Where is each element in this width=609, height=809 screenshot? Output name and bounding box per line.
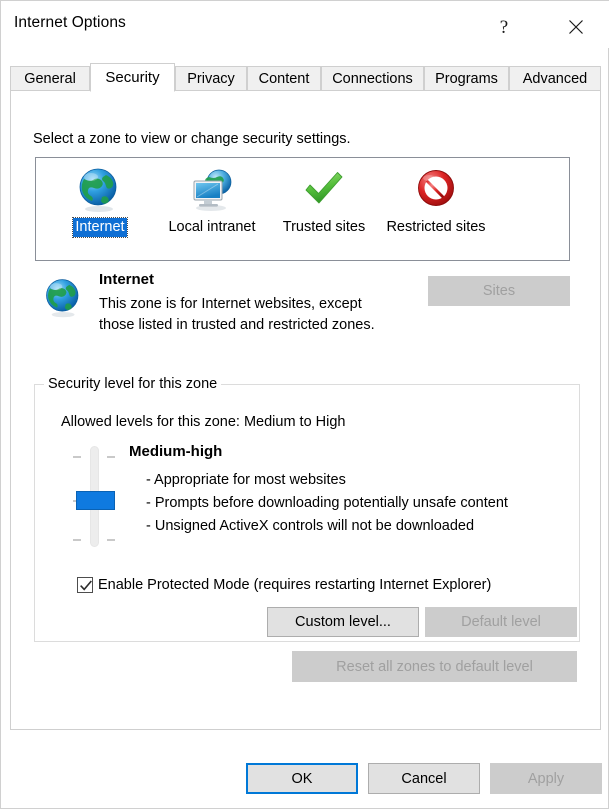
cancel-button[interactable]: Cancel xyxy=(368,763,480,794)
slider-tick-right-top xyxy=(107,456,115,458)
help-button[interactable]: ? xyxy=(481,10,527,44)
slider-tick-left-bottom xyxy=(73,539,81,541)
protected-mode-checkbox[interactable] xyxy=(77,577,93,593)
title-bar: Internet Options ? xyxy=(1,1,609,48)
zone-listbox[interactable]: Internet Local intranet Trusted sites Re… xyxy=(35,157,570,261)
tab-connections[interactable]: Connections xyxy=(321,66,424,91)
zone-item-restricted-sites[interactable]: Restricted sites xyxy=(380,163,492,257)
reset-all-zones-button[interactable]: Reset all zones to default level xyxy=(292,651,577,682)
security-tab-panel: Select a zone to view or change security… xyxy=(10,90,601,730)
allowed-levels-text: Allowed levels for this zone: Medium to … xyxy=(61,414,346,430)
security-level-slider[interactable] xyxy=(64,444,122,549)
zone-description-globe-icon xyxy=(46,279,79,318)
slider-thumb[interactable] xyxy=(76,491,115,510)
monitor-globe-icon xyxy=(193,169,232,211)
protected-mode-row[interactable]: Enable Protected Mode (requires restarti… xyxy=(77,574,491,596)
protected-mode-label: Enable Protected Mode (requires restarti… xyxy=(98,577,492,593)
custom-level-button[interactable]: Custom level... xyxy=(267,607,419,637)
zone-description-title: Internet xyxy=(99,271,155,288)
tab-programs[interactable]: Programs xyxy=(424,66,509,91)
zone-item-internet[interactable]: Internet xyxy=(44,163,156,257)
slider-tick-right-bottom xyxy=(107,539,115,541)
select-zone-label: Select a zone to view or change security… xyxy=(33,131,351,147)
security-level-bullet-3: - Unsigned ActiveX controls will not be … xyxy=(146,518,475,534)
default-level-button[interactable]: Default level xyxy=(425,607,577,637)
window-title: Internet Options xyxy=(14,14,126,31)
security-level-name: Medium-high xyxy=(129,443,223,460)
close-icon xyxy=(569,20,583,34)
internet-options-dialog: Internet Options ? General Security Priv… xyxy=(0,0,609,809)
question-mark-icon: ? xyxy=(499,16,509,38)
zone-label-internet: Internet xyxy=(72,217,128,238)
zone-item-trusted-sites[interactable]: Trusted sites xyxy=(268,163,380,257)
zone-description-body: This zone is for Internet websites, exce… xyxy=(99,296,375,333)
zone-item-local-intranet[interactable]: Local intranet xyxy=(156,163,268,257)
security-level-bullet-2: - Prompts before downloading potentially… xyxy=(146,495,508,511)
sites-button[interactable]: Sites xyxy=(428,276,570,306)
tab-content[interactable]: Content xyxy=(247,66,321,91)
green-checkmark-icon xyxy=(305,172,343,204)
tab-security[interactable]: Security xyxy=(90,63,175,92)
zone-label-trusted-sites: Trusted sites xyxy=(282,219,366,235)
tab-strip: General Security Privacy Content Connect… xyxy=(10,63,601,92)
red-prohibition-icon xyxy=(418,170,454,206)
checkmark-icon xyxy=(80,580,92,591)
tab-privacy[interactable]: Privacy xyxy=(175,66,247,91)
tab-general[interactable]: General xyxy=(10,66,90,91)
globe-icon xyxy=(79,168,117,212)
tab-advanced[interactable]: Advanced xyxy=(509,66,601,91)
close-button[interactable] xyxy=(553,10,599,44)
security-level-legend: Security level for this zone xyxy=(44,376,222,392)
ok-button[interactable]: OK xyxy=(246,763,358,794)
security-level-bullet-1: - Appropriate for most websites xyxy=(146,472,346,488)
zone-label-local-intranet: Local intranet xyxy=(168,219,256,235)
apply-button[interactable]: Apply xyxy=(490,763,602,794)
slider-tick-left-top xyxy=(73,456,81,458)
security-level-bullets: - Appropriate for most websites - Prompt… xyxy=(146,469,546,538)
zone-label-restricted-sites: Restricted sites xyxy=(386,219,486,235)
